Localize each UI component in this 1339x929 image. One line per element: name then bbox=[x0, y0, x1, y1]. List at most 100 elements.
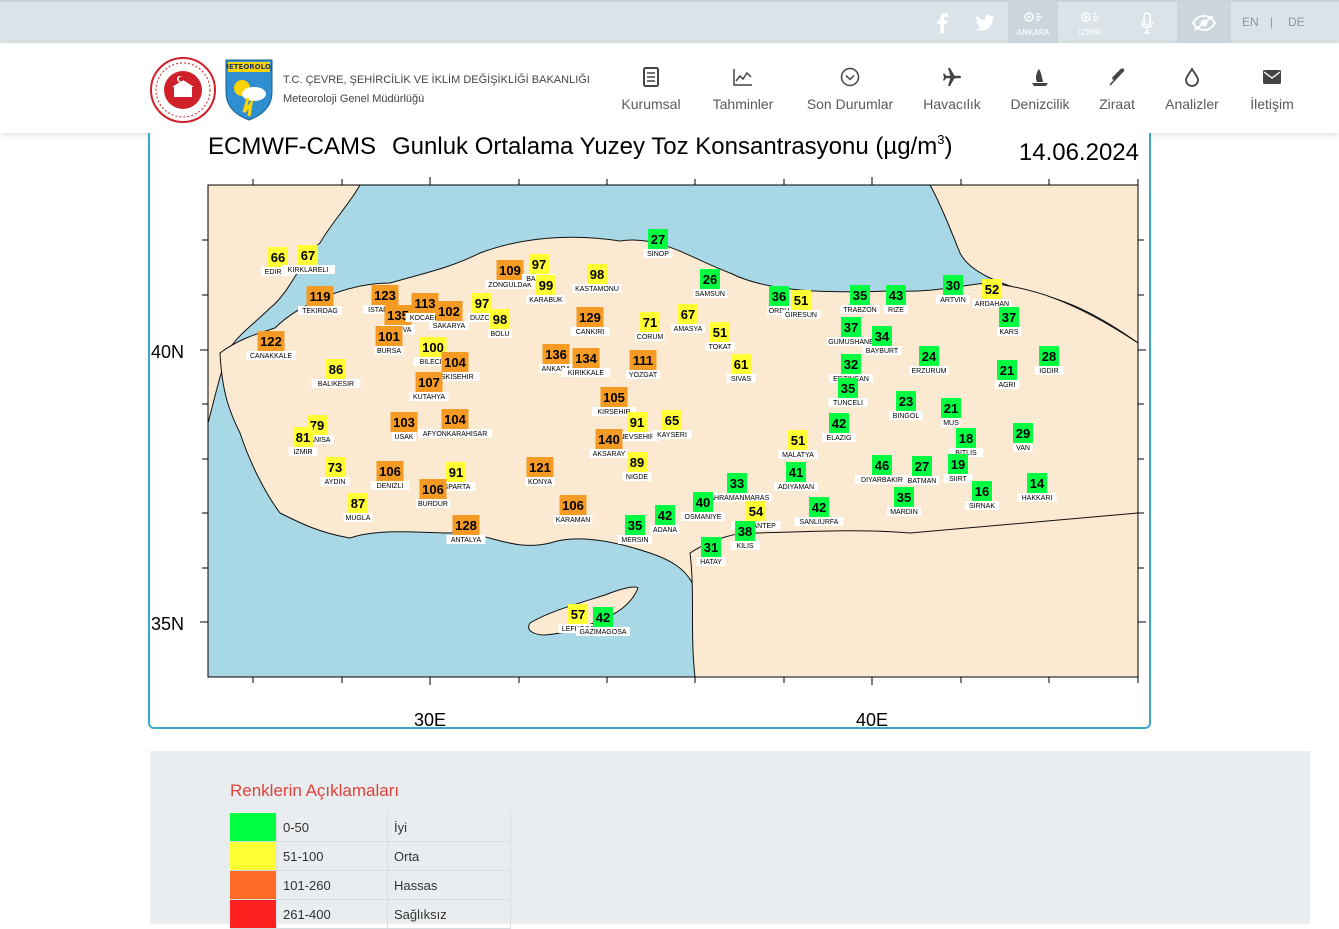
station-value: 86 bbox=[329, 362, 343, 377]
station-value: 89 bbox=[630, 455, 644, 470]
station-value: 35 bbox=[628, 518, 642, 533]
station-value: 27 bbox=[651, 232, 665, 247]
station-name: TRABZON bbox=[843, 307, 876, 314]
station-name: CORUM bbox=[637, 334, 664, 341]
document-icon bbox=[643, 67, 659, 87]
station-name: BAYBURT bbox=[866, 348, 899, 355]
legend-row: 101-260 Hassas bbox=[230, 870, 511, 900]
station-value: 23 bbox=[899, 394, 913, 409]
station-value: 43 bbox=[889, 288, 903, 303]
radar-icon bbox=[1024, 12, 1042, 22]
lang-de-link[interactable]: DE bbox=[1288, 15, 1305, 29]
legend-row: 261-400 Sağlıksız bbox=[230, 899, 511, 929]
station-value: 81 bbox=[296, 430, 310, 445]
station-value: 30 bbox=[946, 278, 960, 293]
station-name: TEKIRDAG bbox=[302, 308, 338, 315]
dust-concentration-map: ECMWF-CAMS Gunluk Ortalama Yuzey Toz Kon… bbox=[151, 133, 1146, 727]
station-value: 106 bbox=[422, 482, 444, 497]
nav-kurumsal[interactable]: Kurumsal bbox=[614, 62, 688, 112]
nav-analizler[interactable]: Analizler bbox=[1158, 62, 1226, 112]
drop-icon bbox=[1185, 67, 1199, 87]
station-value: 19 bbox=[951, 457, 965, 472]
chevron-circle-icon bbox=[840, 67, 860, 87]
nav-denizcilik[interactable]: Denizcilik bbox=[1004, 62, 1076, 112]
levant-land bbox=[689, 512, 1138, 677]
station-agri: 21 AGRI bbox=[995, 360, 1019, 389]
nav-iletisim[interactable]: İletişim bbox=[1242, 62, 1302, 112]
station-name: NEVSEHIR bbox=[619, 434, 655, 441]
station-value: 91 bbox=[630, 415, 644, 430]
station-name: SAMSUN bbox=[695, 291, 725, 298]
legend-label: Sağlıksız bbox=[387, 899, 511, 929]
station-name: IGDIR bbox=[1039, 368, 1058, 375]
station-value: 87 bbox=[351, 496, 365, 511]
legend-table: 0-50 İyi 51-100 Orta 101-260 Hassas 261-400… bbox=[230, 813, 511, 929]
station-value: 101 bbox=[378, 329, 400, 344]
legend-row: 0-50 İyi bbox=[230, 813, 511, 842]
station-value: 21 bbox=[1000, 363, 1014, 378]
legend-range: 51-100 bbox=[276, 841, 388, 871]
twitter-icon[interactable] bbox=[972, 2, 998, 43]
station-value: 42 bbox=[596, 610, 610, 625]
station-name: KARAMAN bbox=[556, 517, 591, 524]
station-bolu: 98 BOLU bbox=[488, 309, 512, 338]
station-value: 67 bbox=[681, 307, 695, 322]
station-name: SIRNAK bbox=[969, 503, 995, 510]
facebook-icon[interactable] bbox=[930, 2, 954, 43]
station-value: 67 bbox=[301, 248, 315, 263]
station-name: KARS bbox=[999, 329, 1018, 336]
station-value: 123 bbox=[374, 288, 396, 303]
lang-en-link[interactable]: EN bbox=[1242, 15, 1259, 29]
station-value: 66 bbox=[271, 250, 285, 265]
station-name: MALATYA bbox=[782, 452, 814, 459]
nav-tahminler[interactable]: Tahminler bbox=[704, 62, 782, 112]
station-value: 99 bbox=[539, 278, 553, 293]
station-name: SAKARYA bbox=[433, 323, 466, 330]
station-value: 97 bbox=[475, 296, 489, 311]
station-value: 109 bbox=[499, 263, 521, 278]
station-value: 28 bbox=[1042, 349, 1056, 364]
station-value: 38 bbox=[738, 524, 752, 539]
izmir-label: İZMİR bbox=[1078, 28, 1102, 37]
station-value: 35 bbox=[841, 381, 855, 396]
station-name: BINGOL bbox=[893, 413, 920, 420]
station-name: OSMANIYE bbox=[685, 514, 722, 521]
legend-swatch bbox=[230, 870, 277, 900]
nav-label: Ziraat bbox=[1099, 96, 1135, 112]
station-name: KONYA bbox=[528, 479, 552, 486]
station-name: KASTAMONU bbox=[575, 286, 619, 293]
radar-icon bbox=[1081, 12, 1099, 22]
station-value: 36 bbox=[772, 289, 786, 304]
accessibility-eye-icon[interactable] bbox=[1177, 2, 1231, 43]
station-value: 27 bbox=[915, 459, 929, 474]
station-name: ANTALYA bbox=[451, 537, 482, 544]
airplane-icon bbox=[943, 68, 961, 86]
microphone-icon[interactable] bbox=[1124, 2, 1170, 43]
station-name: KIRIKKALE bbox=[568, 370, 605, 377]
station-value: 42 bbox=[658, 508, 672, 523]
station-name: KAHRAMANMARAS bbox=[705, 495, 770, 502]
station-value: 21 bbox=[944, 401, 958, 416]
sailboat-icon bbox=[1032, 69, 1048, 86]
station-van: 29 VAN bbox=[1013, 423, 1033, 452]
station-bursa: 101 BURSA bbox=[374, 326, 404, 355]
station-value: 32 bbox=[844, 357, 858, 372]
station-name: VAN bbox=[1016, 445, 1030, 452]
nav-havacilik[interactable]: Havacılık bbox=[918, 62, 986, 112]
station-konya: 121 KONYA bbox=[525, 457, 555, 486]
station-name: ADANA bbox=[653, 527, 677, 534]
station-rize: 43 RIZE bbox=[884, 285, 908, 314]
station-value: 33 bbox=[730, 476, 744, 491]
nav-son-durumlar[interactable]: Son Durumlar bbox=[800, 62, 900, 112]
nav-label: Son Durumlar bbox=[806, 96, 894, 112]
station-value: 41 bbox=[789, 465, 803, 480]
station-value: 106 bbox=[562, 498, 584, 513]
ministry-logo[interactable] bbox=[150, 57, 216, 123]
station-value: 119 bbox=[310, 289, 331, 304]
station-value: 129 bbox=[579, 310, 601, 325]
station-value: 73 bbox=[328, 460, 342, 475]
izmir-radar-button[interactable]: İZMİR bbox=[1065, 2, 1115, 43]
ankara-radar-button[interactable]: ANKARA bbox=[1008, 2, 1058, 43]
nav-ziraat[interactable]: Ziraat bbox=[1090, 62, 1144, 112]
station-name: HATAY bbox=[700, 559, 722, 566]
